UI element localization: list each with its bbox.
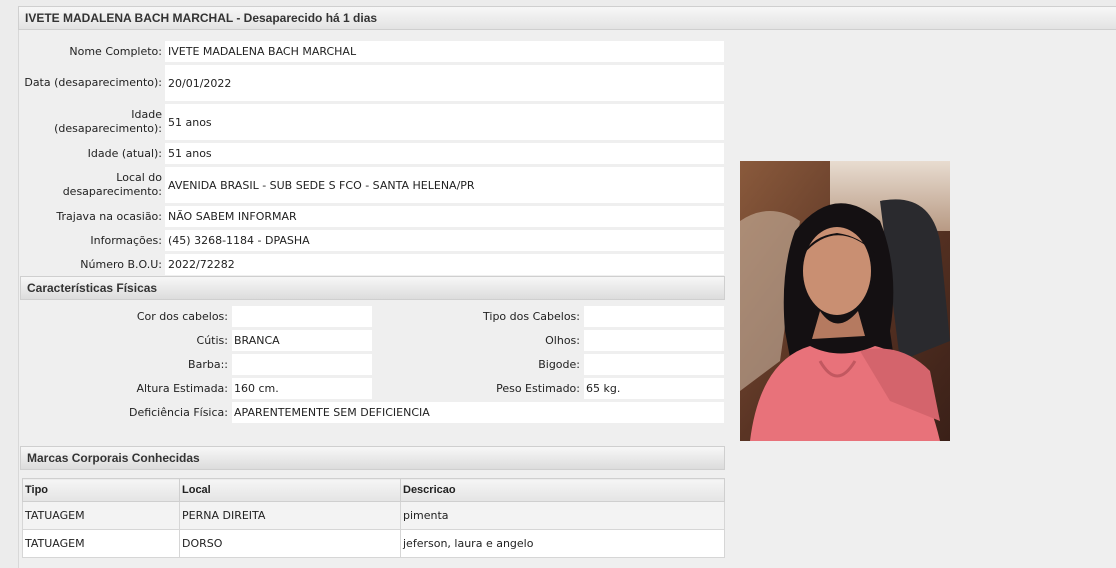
- table-cell: jeferson, laura e angelo: [400, 529, 725, 558]
- column-header-local[interactable]: Local: [179, 478, 401, 502]
- mustache-value: [584, 354, 724, 375]
- person-photo: [740, 161, 950, 441]
- info-value: 2022/72282: [165, 254, 724, 275]
- info-value: IVETE MADALENA BACH MARCHAL: [165, 41, 724, 62]
- column-header-tipo[interactable]: Tipo: [22, 478, 180, 502]
- beard-value: [232, 354, 372, 375]
- weight-label: Peso Estimado:: [496, 382, 580, 395]
- physical-row: Cútis: BRANCA Olhos:: [22, 330, 725, 351]
- info-label: Número B.O.U:: [80, 257, 162, 271]
- table-cell: pimenta: [400, 501, 725, 530]
- info-row: Informações: (45) 3268-1184 - DPASHA: [22, 230, 724, 251]
- skin-label: Cútis:: [196, 334, 228, 347]
- personal-info-table: Nome Completo: IVETE MADALENA BACH MARCH…: [22, 38, 724, 278]
- info-value: 51 anos: [165, 143, 724, 164]
- info-value: AVENIDA BRASIL - SUB SEDE S FCO - SANTA …: [165, 167, 724, 203]
- body-marks-table: Tipo Local Descricao TATUAGEM PERNA DIRE…: [22, 478, 725, 558]
- physical-row: Altura Estimada: 160 cm. Peso Estimado: …: [22, 378, 725, 399]
- info-row: Nome Completo: IVETE MADALENA BACH MARCH…: [22, 41, 724, 62]
- table-cell: TATUAGEM: [22, 529, 180, 558]
- info-label: Local do desaparecimento:: [62, 171, 162, 198]
- table-row: TATUAGEM PERNA DIREITA pimenta: [22, 501, 725, 530]
- table-cell: PERNA DIREITA: [179, 501, 401, 530]
- info-label: Informações:: [90, 233, 162, 247]
- info-row: Número B.O.U: 2022/72282: [22, 254, 724, 275]
- info-value: 20/01/2022: [165, 65, 724, 101]
- table-cell: TATUAGEM: [22, 501, 180, 530]
- table-header-row: Tipo Local Descricao: [22, 478, 725, 502]
- hair-color-value: [232, 306, 372, 327]
- hair-color-label: Cor dos cabelos:: [136, 310, 228, 323]
- weight-value: 65 kg.: [584, 378, 724, 399]
- physical-row: Barba:: Bigode:: [22, 354, 725, 375]
- height-value: 160 cm.: [232, 378, 372, 399]
- physical-row: Deficiência Física: APARENTEMENTE SEM DE…: [22, 402, 725, 423]
- info-row: Trajava na ocasião: NÃO SABEM INFORMAR: [22, 206, 724, 227]
- info-row: Data (desaparecimento): 20/01/2022: [22, 65, 724, 101]
- physical-row: Cor dos cabelos: Tipo dos Cabelos:: [22, 306, 725, 327]
- physical-section-header: Características Físicas: [20, 276, 725, 300]
- person-photo-image: [740, 161, 950, 441]
- deficiency-label: Deficiência Física:: [128, 406, 228, 419]
- hair-type-value: [584, 306, 724, 327]
- info-value: NÃO SABEM INFORMAR: [165, 206, 724, 227]
- table-row: TATUAGEM DORSO jeferson, laura e angelo: [22, 529, 725, 558]
- info-label: Nome Completo:: [69, 44, 162, 58]
- eyes-label: Olhos:: [545, 334, 580, 347]
- info-label: Idade (atual):: [87, 146, 162, 160]
- info-label: Trajava na ocasião:: [56, 209, 162, 223]
- mustache-label: Bigode:: [538, 358, 580, 371]
- hair-type-label: Tipo dos Cabelos:: [483, 310, 580, 323]
- info-row: Idade (desaparecimento): 51 anos: [22, 104, 724, 140]
- info-value: (45) 3268-1184 - DPASHA: [165, 230, 724, 251]
- info-label: Idade (desaparecimento):: [54, 108, 162, 135]
- info-row: Local do desaparecimento: AVENIDA BRASIL…: [22, 167, 724, 203]
- info-label: Data (desaparecimento):: [24, 76, 162, 89]
- table-cell: DORSO: [179, 529, 401, 558]
- column-header-descricao[interactable]: Descricao: [400, 478, 725, 502]
- marks-section-header: Marcas Corporais Conhecidas: [20, 446, 725, 470]
- page-title: IVETE MADALENA BACH MARCHAL - Desapareci…: [18, 6, 1116, 30]
- skin-value: BRANCA: [232, 330, 372, 351]
- eyes-value: [584, 330, 724, 351]
- height-label: Altura Estimada:: [136, 382, 228, 395]
- info-value: 51 anos: [165, 104, 724, 140]
- info-row: Idade (atual): 51 anos: [22, 143, 724, 164]
- beard-label: Barba::: [188, 358, 228, 371]
- deficiency-value: APARENTEMENTE SEM DEFICIENCIA: [232, 402, 724, 423]
